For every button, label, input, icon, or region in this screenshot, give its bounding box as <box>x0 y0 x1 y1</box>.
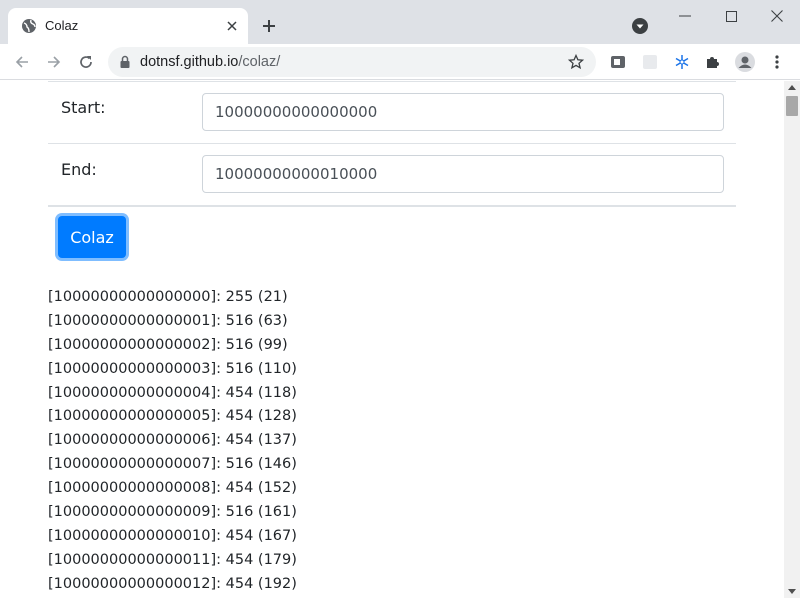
bookmark-star-icon[interactable] <box>566 52 586 72</box>
reload-button[interactable] <box>72 48 100 76</box>
scrollbar-thumb[interactable] <box>786 96 798 116</box>
result-row: [10000000000000002]: 516 (99) <box>48 336 288 353</box>
extension-placeholder-icon[interactable] <box>638 50 662 74</box>
tab-strip: Colaz <box>0 0 800 44</box>
close-window-icon[interactable] <box>754 0 800 32</box>
minimize-icon[interactable] <box>662 0 708 32</box>
url-text: dotnsf.github.io/colaz/ <box>140 54 280 70</box>
browser-toolbar: dotnsf.github.io/colaz/ <box>0 44 800 80</box>
results-list: [10000000000000000]: 255 (21) [1000000000… <box>48 286 297 597</box>
end-label: End: <box>61 160 97 179</box>
result-row: [10000000000000000]: 255 (21) <box>48 289 288 305</box>
result-row: [10000000000000003]: 516 (110) <box>48 360 297 377</box>
profile-avatar-icon[interactable] <box>733 50 757 74</box>
lock-icon <box>118 55 132 69</box>
result-row: [10000000000000009]: 516 (161) <box>48 504 297 521</box>
close-tab-icon[interactable] <box>222 16 242 36</box>
page-viewport: Start: 10000000000000000 End: 1000000000… <box>0 81 784 598</box>
extensions-puzzle-icon[interactable] <box>701 50 725 74</box>
tab-colaz[interactable]: Colaz <box>8 8 248 44</box>
tab-search-icon[interactable] <box>630 16 650 36</box>
page-scrollbar[interactable] <box>784 81 800 598</box>
result-row: [10000000000000006]: 454 (137) <box>48 432 297 449</box>
extension-icon[interactable] <box>606 50 630 74</box>
browser-menu-icon[interactable] <box>765 50 789 74</box>
table-top-divider <box>48 81 736 82</box>
result-row: [10000000000000007]: 516 (146) <box>48 456 297 473</box>
end-input[interactable]: 10000000000010000 <box>202 155 724 193</box>
start-label: Start: <box>61 98 106 117</box>
maximize-icon[interactable] <box>708 0 754 32</box>
table-bottom-divider <box>48 205 736 207</box>
result-row: [10000000000000010]: 454 (167) <box>48 527 297 544</box>
url-host: dotnsf.github.io <box>140 54 239 70</box>
snowflake-extension-icon[interactable] <box>670 50 694 74</box>
result-row: [10000000000000005]: 454 (128) <box>48 408 297 425</box>
result-row: [10000000000000012]: 454 (192) <box>48 575 297 592</box>
forward-button[interactable] <box>40 48 68 76</box>
address-bar[interactable]: dotnsf.github.io/colaz/ <box>108 47 596 77</box>
new-tab-button[interactable] <box>257 14 281 38</box>
globe-icon <box>21 18 37 34</box>
back-button[interactable] <box>8 48 36 76</box>
result-row: [10000000000000001]: 516 (63) <box>48 312 288 329</box>
start-input[interactable]: 10000000000000000 <box>202 93 724 131</box>
result-row: [10000000000000011]: 454 (179) <box>48 551 297 568</box>
row-divider <box>48 143 736 144</box>
scroll-down-arrow[interactable] <box>788 589 796 594</box>
scroll-up-arrow[interactable] <box>788 85 796 90</box>
colaz-button[interactable]: Colaz <box>58 216 126 258</box>
url-path: /colaz/ <box>238 54 281 70</box>
result-row: [10000000000000008]: 454 (152) <box>48 480 297 497</box>
tab-title: Colaz <box>45 18 79 33</box>
result-row: [10000000000000004]: 454 (118) <box>48 384 297 401</box>
